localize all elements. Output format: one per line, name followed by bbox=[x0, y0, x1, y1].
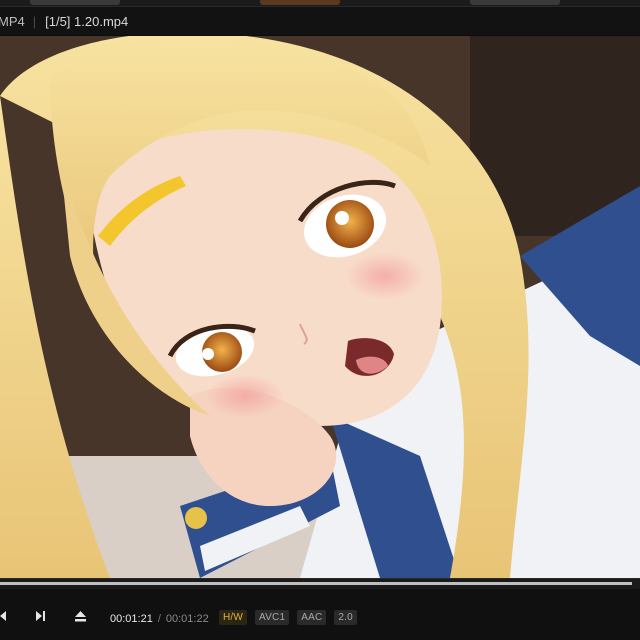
stream-info: H/W AVC1 AAC 2.0 bbox=[219, 610, 357, 625]
seek-bar[interactable] bbox=[0, 578, 640, 589]
eject-icon[interactable] bbox=[75, 611, 86, 622]
audio-codec-badge[interactable]: AAC bbox=[297, 610, 327, 625]
video-codec-badge[interactable]: AVC1 bbox=[255, 610, 290, 625]
duration-time: 00:01:22 bbox=[165, 613, 209, 625]
file-title: [1/5] 1.20.mp4 bbox=[45, 13, 129, 29]
time-display: 00:01:21 / 00:01:22 bbox=[110, 613, 209, 625]
current-time: 00:01:21 bbox=[110, 613, 153, 625]
background-tab[interactable] bbox=[260, 0, 340, 5]
control-bar: 00:01:21 / 00:01:22 H/W AVC1 AAC 2.0 bbox=[0, 589, 640, 640]
title-bar: MP4 | [1/5] 1.20.mp4 bbox=[0, 7, 640, 35]
audio-channels-badge[interactable]: 2.0 bbox=[334, 610, 357, 625]
background-tab[interactable] bbox=[30, 0, 120, 5]
skip-next-icon[interactable] bbox=[36, 611, 46, 621]
seek-progress bbox=[0, 582, 633, 585]
video-still bbox=[0, 36, 640, 578]
time-separator: / bbox=[157, 613, 161, 625]
format-label: MP4 bbox=[0, 13, 25, 29]
background-tab[interactable] bbox=[470, 0, 560, 5]
title-separator: | bbox=[32, 13, 37, 29]
skip-previous-icon[interactable] bbox=[0, 611, 6, 621]
video-frame[interactable] bbox=[0, 36, 640, 578]
top-strip bbox=[0, 0, 640, 7]
hardware-decode-badge[interactable]: H/W bbox=[219, 610, 248, 625]
